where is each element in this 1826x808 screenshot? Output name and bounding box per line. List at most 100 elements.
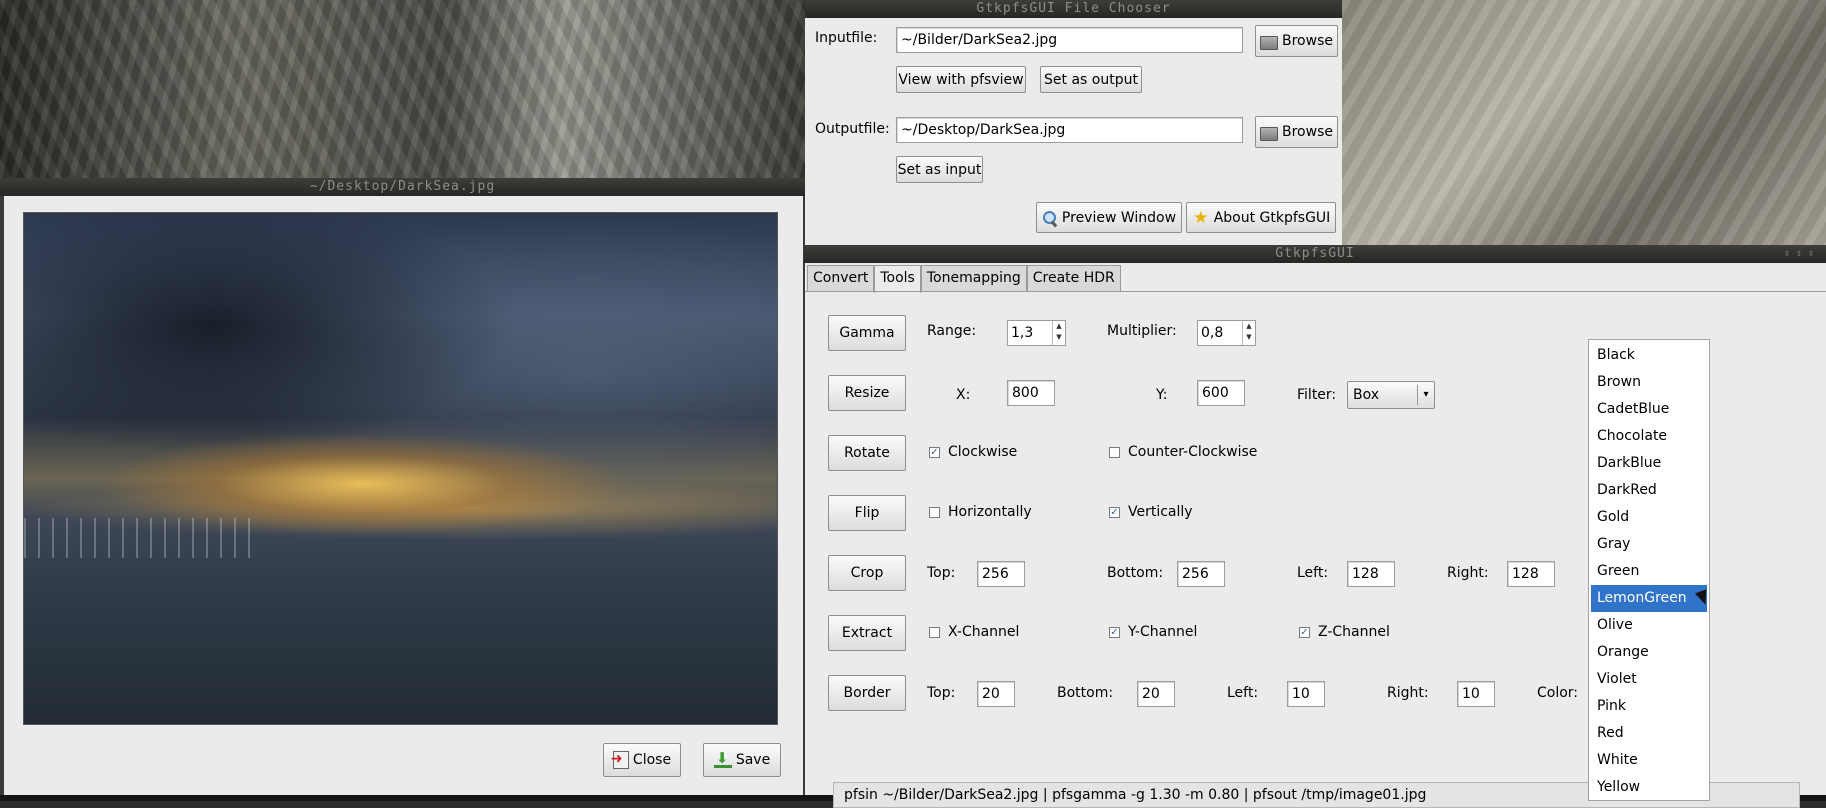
spin-arrows-icon[interactable]: ▲ ▼ bbox=[1052, 321, 1065, 345]
tab-create-hdr[interactable]: Create HDR bbox=[1026, 265, 1121, 291]
vertically-checkbox[interactable]: ✓ Vertically bbox=[1109, 504, 1193, 520]
horizontally-label: Horizontally bbox=[948, 504, 1032, 520]
window-title: GtkpfsGUI bbox=[1275, 246, 1355, 261]
input-browse-button[interactable]: Browse bbox=[1255, 25, 1338, 57]
tab-tools[interactable]: Tools bbox=[874, 265, 921, 293]
set-as-input-button[interactable]: Set as input bbox=[896, 156, 983, 183]
color-option[interactable]: Orange bbox=[1589, 639, 1709, 666]
clockwise-checkbox[interactable]: ✓ Clockwise bbox=[929, 444, 1017, 460]
output-browse-button[interactable]: Browse bbox=[1255, 116, 1338, 148]
checkbox-box[interactable] bbox=[929, 626, 940, 638]
tab-divider bbox=[805, 291, 1826, 292]
color-dropdown-list[interactable]: Black Brown CadetBlue Chocolate DarkBlue… bbox=[1588, 339, 1710, 801]
spin-arrows-icon[interactable]: ▲ ▼ bbox=[1242, 321, 1255, 345]
border-bottom-field[interactable]: 20 bbox=[1137, 681, 1175, 707]
checkbox-box[interactable]: ✓ bbox=[1299, 626, 1310, 638]
tab-tonemapping[interactable]: Tonemapping bbox=[920, 265, 1027, 291]
color-option[interactable]: DarkBlue bbox=[1589, 450, 1709, 477]
resize-x-field[interactable]: 800 bbox=[1007, 380, 1055, 406]
x-channel-label: X-Channel bbox=[948, 624, 1020, 640]
crop-left-label: Left: bbox=[1297, 565, 1329, 581]
multiplier-value: 0,8 bbox=[1201, 325, 1224, 341]
color-option-selected[interactable]: LemonGreen bbox=[1591, 585, 1707, 612]
color-option[interactable]: Red bbox=[1589, 720, 1709, 747]
view-with-pfsview-button[interactable]: View with pfsview bbox=[896, 66, 1026, 93]
color-option[interactable]: Yellow bbox=[1589, 774, 1709, 801]
rotate-button[interactable]: Rotate bbox=[828, 435, 906, 471]
gamma-button[interactable]: Gamma bbox=[828, 315, 906, 351]
border-right-field[interactable]: 10 bbox=[1457, 681, 1495, 707]
color-option[interactable]: Gold bbox=[1589, 504, 1709, 531]
flip-button[interactable]: Flip bbox=[828, 495, 906, 531]
crop-bottom-label: Bottom: bbox=[1107, 565, 1164, 581]
tab-bar: Convert Tools Tonemapping Create HDR bbox=[807, 265, 1121, 293]
multiplier-spinbox[interactable]: 0,8 ▲ ▼ bbox=[1197, 320, 1256, 346]
preview-window-label: Preview Window bbox=[1061, 209, 1177, 226]
chevron-down-icon: ▾ bbox=[1417, 385, 1434, 405]
preview-titlebar[interactable]: ~/Desktop/DarkSea.jpg bbox=[0, 178, 805, 196]
checkbox-box[interactable]: ✓ bbox=[929, 446, 940, 458]
color-option[interactable]: White bbox=[1589, 747, 1709, 774]
color-option[interactable]: Olive bbox=[1589, 612, 1709, 639]
color-option[interactable]: Brown bbox=[1589, 369, 1709, 396]
checkbox-box[interactable] bbox=[929, 506, 940, 518]
preview-window: ~/Desktop/DarkSea.jpg Close Save bbox=[0, 178, 805, 795]
about-button[interactable]: ★ About GtkpfsGUI bbox=[1186, 202, 1336, 233]
color-option[interactable]: Pink bbox=[1589, 693, 1709, 720]
color-option[interactable]: CadetBlue bbox=[1589, 396, 1709, 423]
about-label: About GtkpfsGUI bbox=[1213, 209, 1331, 226]
desktop-wallpaper-right bbox=[1342, 0, 1826, 245]
crop-bottom-field[interactable]: 256 bbox=[1177, 561, 1225, 587]
outputfile-label: Outputfile: bbox=[815, 121, 890, 137]
file-chooser-titlebar[interactable]: GtkpfsGUI File Chooser bbox=[805, 0, 1342, 18]
border-top-label: Top: bbox=[927, 685, 956, 701]
set-as-output-button[interactable]: Set as output bbox=[1040, 66, 1142, 93]
x-channel-checkbox[interactable]: X-Channel bbox=[929, 624, 1019, 640]
save-button[interactable]: Save bbox=[703, 743, 781, 777]
range-spinbox[interactable]: 1,3 ▲ ▼ bbox=[1007, 320, 1066, 346]
color-option[interactable]: Chocolate bbox=[1589, 423, 1709, 450]
star-icon: ★ bbox=[1193, 207, 1209, 228]
preview-window-button[interactable]: Preview Window bbox=[1036, 202, 1182, 233]
range-label: Range: bbox=[927, 323, 977, 339]
y-channel-checkbox[interactable]: ✓ Y-Channel bbox=[1109, 624, 1197, 640]
horizontally-checkbox[interactable]: Horizontally bbox=[929, 504, 1032, 520]
folder-icon bbox=[1260, 35, 1278, 50]
z-channel-checkbox[interactable]: ✓ Z-Channel bbox=[1299, 624, 1390, 640]
checkbox-box[interactable]: ✓ bbox=[1109, 506, 1120, 518]
window-controls[interactable]: ⇕⇕⇕ bbox=[1784, 245, 1820, 263]
desktop-wallpaper bbox=[0, 0, 805, 178]
color-option[interactable]: DarkRed bbox=[1589, 477, 1709, 504]
border-left-field[interactable]: 10 bbox=[1287, 681, 1325, 707]
crop-right-field[interactable]: 128 bbox=[1507, 561, 1555, 587]
resize-y-label: Y: bbox=[1156, 387, 1168, 403]
close-button[interactable]: Close bbox=[603, 743, 681, 777]
save-icon bbox=[713, 749, 732, 768]
border-button[interactable]: Border bbox=[828, 675, 906, 711]
counter-clockwise-label: Counter-Clockwise bbox=[1128, 444, 1258, 460]
filter-select[interactable]: Box ▾ bbox=[1347, 381, 1435, 409]
crop-button[interactable]: Crop bbox=[828, 555, 906, 591]
checkbox-box[interactable]: ✓ bbox=[1109, 626, 1120, 638]
color-option[interactable]: Gray bbox=[1589, 531, 1709, 558]
extract-button[interactable]: Extract bbox=[828, 615, 906, 651]
resize-button[interactable]: Resize bbox=[828, 375, 906, 411]
y-channel-label: Y-Channel bbox=[1128, 624, 1198, 640]
tab-convert[interactable]: Convert bbox=[807, 265, 875, 291]
close-label: Close bbox=[632, 752, 672, 768]
checkbox-box[interactable] bbox=[1109, 446, 1120, 458]
counter-clockwise-checkbox[interactable]: Counter-Clockwise bbox=[1109, 444, 1257, 460]
crop-top-field[interactable]: 256 bbox=[977, 561, 1025, 587]
folder-icon bbox=[1260, 126, 1278, 141]
border-top-field[interactable]: 20 bbox=[977, 681, 1015, 707]
filter-value: Box bbox=[1353, 387, 1380, 403]
inputfile-field[interactable]: ~/Bilder/DarkSea2.jpg bbox=[896, 27, 1243, 53]
color-option[interactable]: Green bbox=[1589, 558, 1709, 585]
outputfile-field[interactable]: ~/Desktop/DarkSea.jpg bbox=[896, 117, 1243, 143]
crop-left-field[interactable]: 128 bbox=[1347, 561, 1395, 587]
main-titlebar[interactable]: GtkpfsGUI ⇕⇕⇕ bbox=[804, 245, 1826, 263]
crop-top-label: Top: bbox=[927, 565, 956, 581]
color-option[interactable]: Black bbox=[1589, 342, 1709, 369]
resize-y-field[interactable]: 600 bbox=[1197, 380, 1245, 406]
color-option[interactable]: Violet bbox=[1589, 666, 1709, 693]
